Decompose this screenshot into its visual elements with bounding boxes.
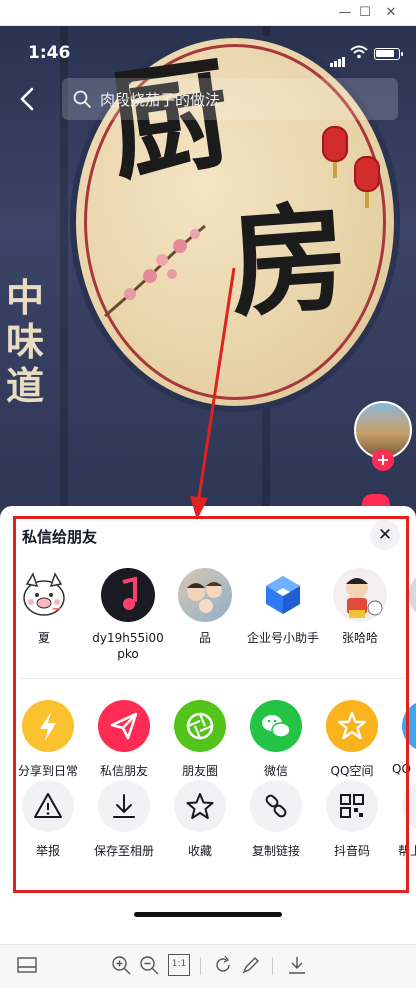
viewer-toolbar: 1:1	[0, 944, 416, 988]
follow-plus-icon[interactable]: +	[372, 449, 394, 471]
status-bar: 1:46	[0, 36, 416, 67]
blossom-branch	[104, 224, 206, 318]
close-window-icon[interactable]: ✕	[382, 4, 400, 22]
search-bar[interactable]: 肉段烧茄子的做法	[62, 78, 398, 120]
search-query: 肉段烧茄子的做法	[100, 91, 221, 109]
back-icon[interactable]	[14, 84, 42, 114]
layout-icon[interactable]	[16, 954, 38, 976]
screenshot-root: — ☐ ✕ 厨 房 中 味 道 1:46 肉段烧茄子的做法 + 私信给朋友 ✕ …	[0, 0, 416, 988]
search-icon	[73, 90, 91, 108]
zoom-in-icon[interactable]	[110, 954, 132, 976]
zoom-out-icon[interactable]	[138, 954, 160, 976]
actual-size-icon[interactable]: 1:1	[168, 954, 190, 976]
home-indicator	[134, 912, 282, 917]
status-time: 1:46	[28, 43, 71, 63]
side-calligraphy: 中 味 道	[6, 275, 45, 408]
window-title-bar: — ☐ ✕	[0, 0, 416, 26]
banner-char-2: 房	[225, 187, 353, 334]
minimize-icon[interactable]: —	[336, 4, 354, 22]
battery-icon	[374, 48, 403, 60]
banner-char-1: 厨	[100, 42, 240, 199]
lantern	[322, 126, 348, 178]
signal-icon	[330, 48, 346, 67]
lantern	[354, 156, 380, 208]
annotation-highlight-box	[13, 516, 409, 893]
wifi-icon	[350, 45, 368, 59]
rotate-icon[interactable]	[212, 954, 234, 976]
maximize-icon[interactable]: ☐	[356, 4, 374, 22]
download-icon[interactable]	[286, 954, 308, 976]
edit-icon[interactable]	[240, 954, 262, 976]
